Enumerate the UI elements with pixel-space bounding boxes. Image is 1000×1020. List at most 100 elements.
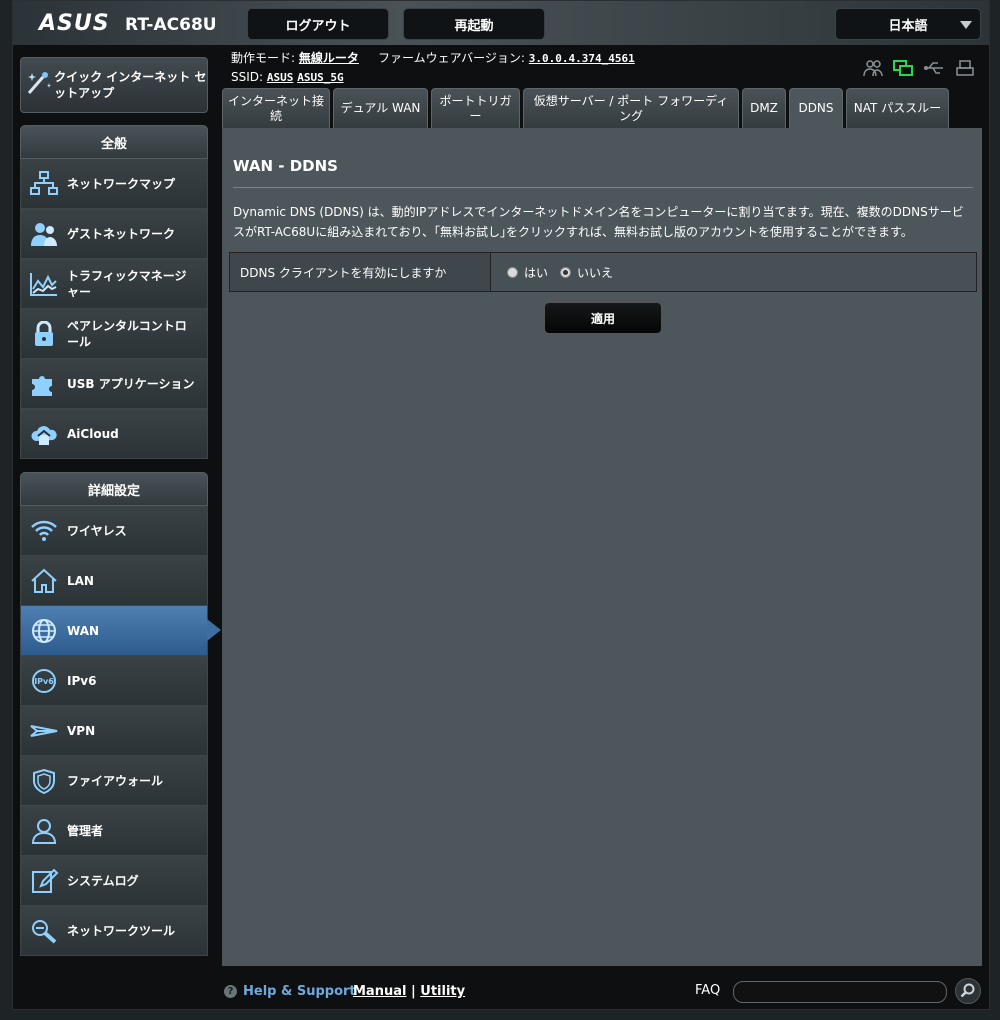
usb-icon[interactable] <box>923 59 945 81</box>
status-area: 動作モード: 無線ルータ ファームウェアバージョン: 3.0.0.4.374_4… <box>231 49 635 87</box>
sidebar-item-usb-application[interactable]: USB アプリケーション <box>20 359 208 409</box>
sidebar-item-label: LAN <box>67 573 94 588</box>
sidebar-item-wireless[interactable]: ワイヤレス <box>20 506 208 556</box>
sidebar-item-guest-network[interactable]: ゲストネットワーク <box>20 209 208 259</box>
vpn-icon <box>21 718 67 744</box>
ssid-label: SSID: <box>231 70 264 84</box>
radio-no[interactable] <box>560 266 572 278</box>
model-name: RT-AC68U <box>125 15 217 35</box>
manual-link[interactable]: Manual <box>353 984 406 999</box>
help-icon: ? <box>224 985 237 998</box>
sidebar-item-lan[interactable]: LAN <box>20 556 208 606</box>
apply-button[interactable]: 適用 <box>544 302 662 334</box>
chevron-down-icon <box>960 21 972 29</box>
cloud-icon <box>21 421 67 447</box>
internet-status-icon[interactable] <box>893 59 913 81</box>
sidebar-item-label: IPv6 <box>67 673 97 688</box>
content-panel: WAN - DDNS Dynamic DNS (DDNS) は、動的IPアドレス… <box>222 128 982 966</box>
quick-setup-button[interactable]: クイック インターネット セットアップ <box>20 57 208 113</box>
sidebar-item-parental-control[interactable]: ペアレンタルコントロール <box>20 309 208 359</box>
language-value: 日本語 <box>888 18 928 34</box>
lock-icon <box>21 320 67 347</box>
sidebar-item-aicloud[interactable]: AiCloud <box>20 409 208 459</box>
radio-yes-label[interactable]: はい <box>524 264 548 281</box>
sidebar-item-vpn[interactable]: VPN <box>20 706 208 756</box>
language-select[interactable]: 日本語 <box>835 8 981 40</box>
help-support-label: Help & Support <box>243 984 356 999</box>
sidebar-item-label: ワイヤレス <box>67 523 127 538</box>
sidebar-item-ipv6[interactable]: IPv6 IPv6 <box>20 656 208 706</box>
tab-port-trigger[interactable]: ポートトリガー <box>431 88 520 128</box>
home-icon <box>21 568 67 594</box>
wan-tabs: インターネット接続 デュアル WAN ポートトリガー 仮想サーバー / ポート … <box>222 88 949 128</box>
footer: ? Help & Support Manual | Utility FAQ <box>222 977 982 1007</box>
tab-nat-passthrough[interactable]: NAT パススルー <box>846 88 949 128</box>
sidebar-item-label: ネットワークマップ <box>67 176 176 191</box>
sidebar-item-administration[interactable]: 管理者 <box>20 806 208 856</box>
tab-dual-wan[interactable]: デュアル WAN <box>333 88 428 128</box>
reboot-button[interactable]: 再起動 <box>403 8 545 40</box>
sidebar-item-label: WAN <box>67 623 100 638</box>
puzzle-icon <box>21 371 67 397</box>
traffic-manager-icon <box>21 271 67 297</box>
sidebar-item-label: ネットワークツール <box>67 923 176 938</box>
tab-virtual-server[interactable]: 仮想サーバー / ポート フォワーディング <box>523 88 739 128</box>
asus-logo: ASUS <box>39 11 110 36</box>
advanced-section-title: 詳細設定 <box>20 472 208 506</box>
status-icons <box>863 59 975 81</box>
link-separator: | <box>410 984 416 999</box>
sidebar-item-network-map[interactable]: ネットワークマップ <box>20 159 208 209</box>
sidebar-item-label: システムログ <box>67 873 139 888</box>
mode-link[interactable]: 無線ルータ <box>299 51 359 65</box>
tab-ddns[interactable]: DDNS <box>789 88 843 128</box>
user-icon <box>21 818 67 844</box>
faq-label: FAQ <box>695 983 721 998</box>
sidebar-item-label: 管理者 <box>67 823 104 838</box>
sidebar-item-wan[interactable]: WAN <box>20 606 221 656</box>
ddns-enable-row: DDNS クライアントを有効にしますか はい いいえ <box>229 252 977 292</box>
help-support: ? Help & Support <box>224 984 356 999</box>
quick-setup-label: クイック インターネット セットアップ <box>54 70 207 100</box>
advanced-menu: ワイヤレス LAN WAN IPv6 IPv6 VPN ファイアウォール 管理者 <box>20 506 221 956</box>
search-icon <box>960 983 975 998</box>
tab-dmz[interactable]: DMZ <box>742 88 786 128</box>
sidebar-item-label: ゲストネットワーク <box>67 226 176 241</box>
shield-icon <box>21 768 67 794</box>
sidebar-item-system-log[interactable]: システムログ <box>20 856 208 906</box>
sidebar-item-label: AiCloud <box>67 426 119 441</box>
faq-search-input[interactable] <box>733 981 947 1003</box>
sidebar-item-network-tools[interactable]: ネットワークツール <box>20 906 208 956</box>
ddns-enable-options: はい いいえ <box>491 253 976 291</box>
firmware-label: ファームウェアバージョン: <box>377 51 525 65</box>
ssid-link-2g[interactable]: ASUS <box>267 71 294 84</box>
sidebar-item-label: USB アプリケーション <box>67 376 195 391</box>
printer-icon[interactable] <box>955 59 975 81</box>
search-button[interactable] <box>955 978 981 1004</box>
sidebar-item-label: ファイアウォール <box>67 773 164 788</box>
firmware-link[interactable]: 3.0.0.4.374_4561 <box>529 52 635 65</box>
page-title: WAN - DDNS <box>233 157 338 175</box>
sidebar-item-firewall[interactable]: ファイアウォール <box>20 756 208 806</box>
radio-no-label[interactable]: いいえ <box>577 264 613 281</box>
svg-text:IPv6: IPv6 <box>34 677 54 686</box>
clients-icon[interactable] <box>863 59 883 81</box>
wrench-icon <box>21 918 67 944</box>
tab-internet-connection[interactable]: インターネット接続 <box>222 88 330 128</box>
sidebar-item-label: VPN <box>67 723 96 738</box>
logout-button[interactable]: ログアウト <box>247 8 389 40</box>
page-description: Dynamic DNS (DDNS) は、動的IPアドレスでインターネットドメイ… <box>233 205 964 239</box>
footer-links: Manual | Utility <box>353 984 465 999</box>
sidebar-item-label: ペアレンタルコントロール <box>67 318 187 349</box>
general-section-title: 全般 <box>20 125 208 159</box>
ddns-enable-label: DDNS クライアントを有効にしますか <box>230 253 491 291</box>
edit-log-icon <box>21 868 67 894</box>
mode-label: 動作モード: <box>231 51 296 65</box>
sidebar-item-traffic-manager[interactable]: トラフィックマネージャー <box>20 259 208 309</box>
utility-link[interactable]: Utility <box>420 984 465 999</box>
router-frame: ASUS RT-AC68U ログアウト 再起動 日本語 クイック インターネット… <box>12 0 990 1010</box>
radio-yes[interactable] <box>507 266 518 278</box>
ipv6-icon: IPv6 <box>21 668 67 694</box>
wifi-icon <box>21 518 67 544</box>
network-map-icon <box>21 170 67 197</box>
ssid-link-5g[interactable]: ASUS_5G <box>297 71 343 84</box>
